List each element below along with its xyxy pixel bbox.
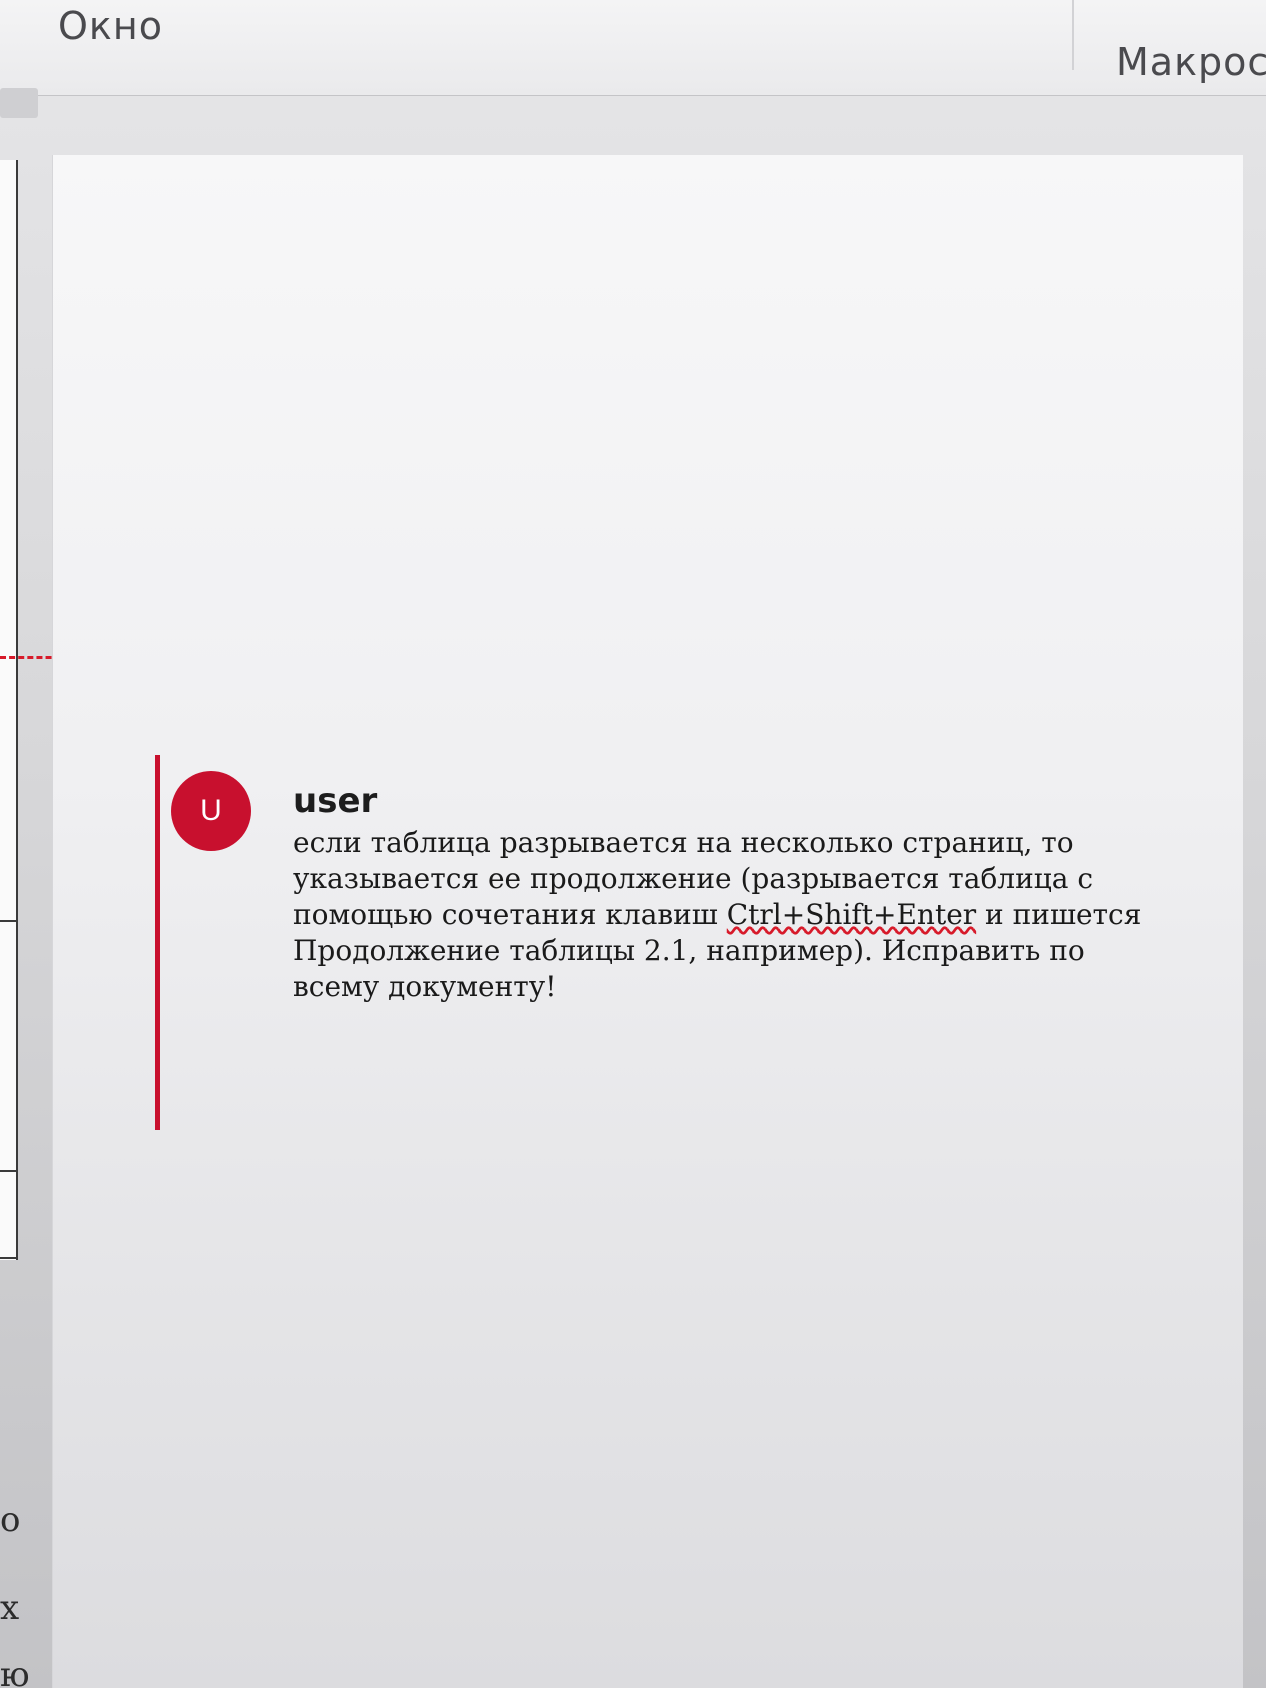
table-border [0, 1170, 16, 1172]
document-text-fragment: х [0, 1588, 20, 1628]
comment-author: user [293, 781, 378, 821]
tab-macros[interactable]: Макрос [1116, 40, 1266, 84]
ribbon-divider [1072, 0, 1074, 70]
comment-text[interactable]: если таблица разрывается на несколько ст… [293, 825, 1153, 1005]
ribbon-scroll-handle[interactable] [0, 88, 38, 118]
word-window: Окно Макрос о х ю U user если таблица ра… [0, 0, 1266, 1688]
avatar-initial: U [200, 794, 222, 827]
document-text-fragment: о [0, 1500, 21, 1540]
table-border [0, 1257, 16, 1259]
ribbon-tabs: Окно Макрос [0, 0, 1266, 96]
table-border [0, 920, 16, 922]
document-page-edge [0, 160, 18, 1260]
document-text-fragment: ю [0, 1655, 30, 1688]
comment-accent-bar [155, 755, 160, 1130]
comments-pane: U user если таблица разрывается на неско… [52, 155, 1243, 1688]
tab-window[interactable]: Окно [58, 4, 163, 48]
hotkey-text: Ctrl+Shift+Enter [726, 898, 977, 931]
comment-card[interactable]: user если таблица разрывается на несколь… [293, 781, 1153, 1005]
user-avatar: U [171, 771, 251, 851]
